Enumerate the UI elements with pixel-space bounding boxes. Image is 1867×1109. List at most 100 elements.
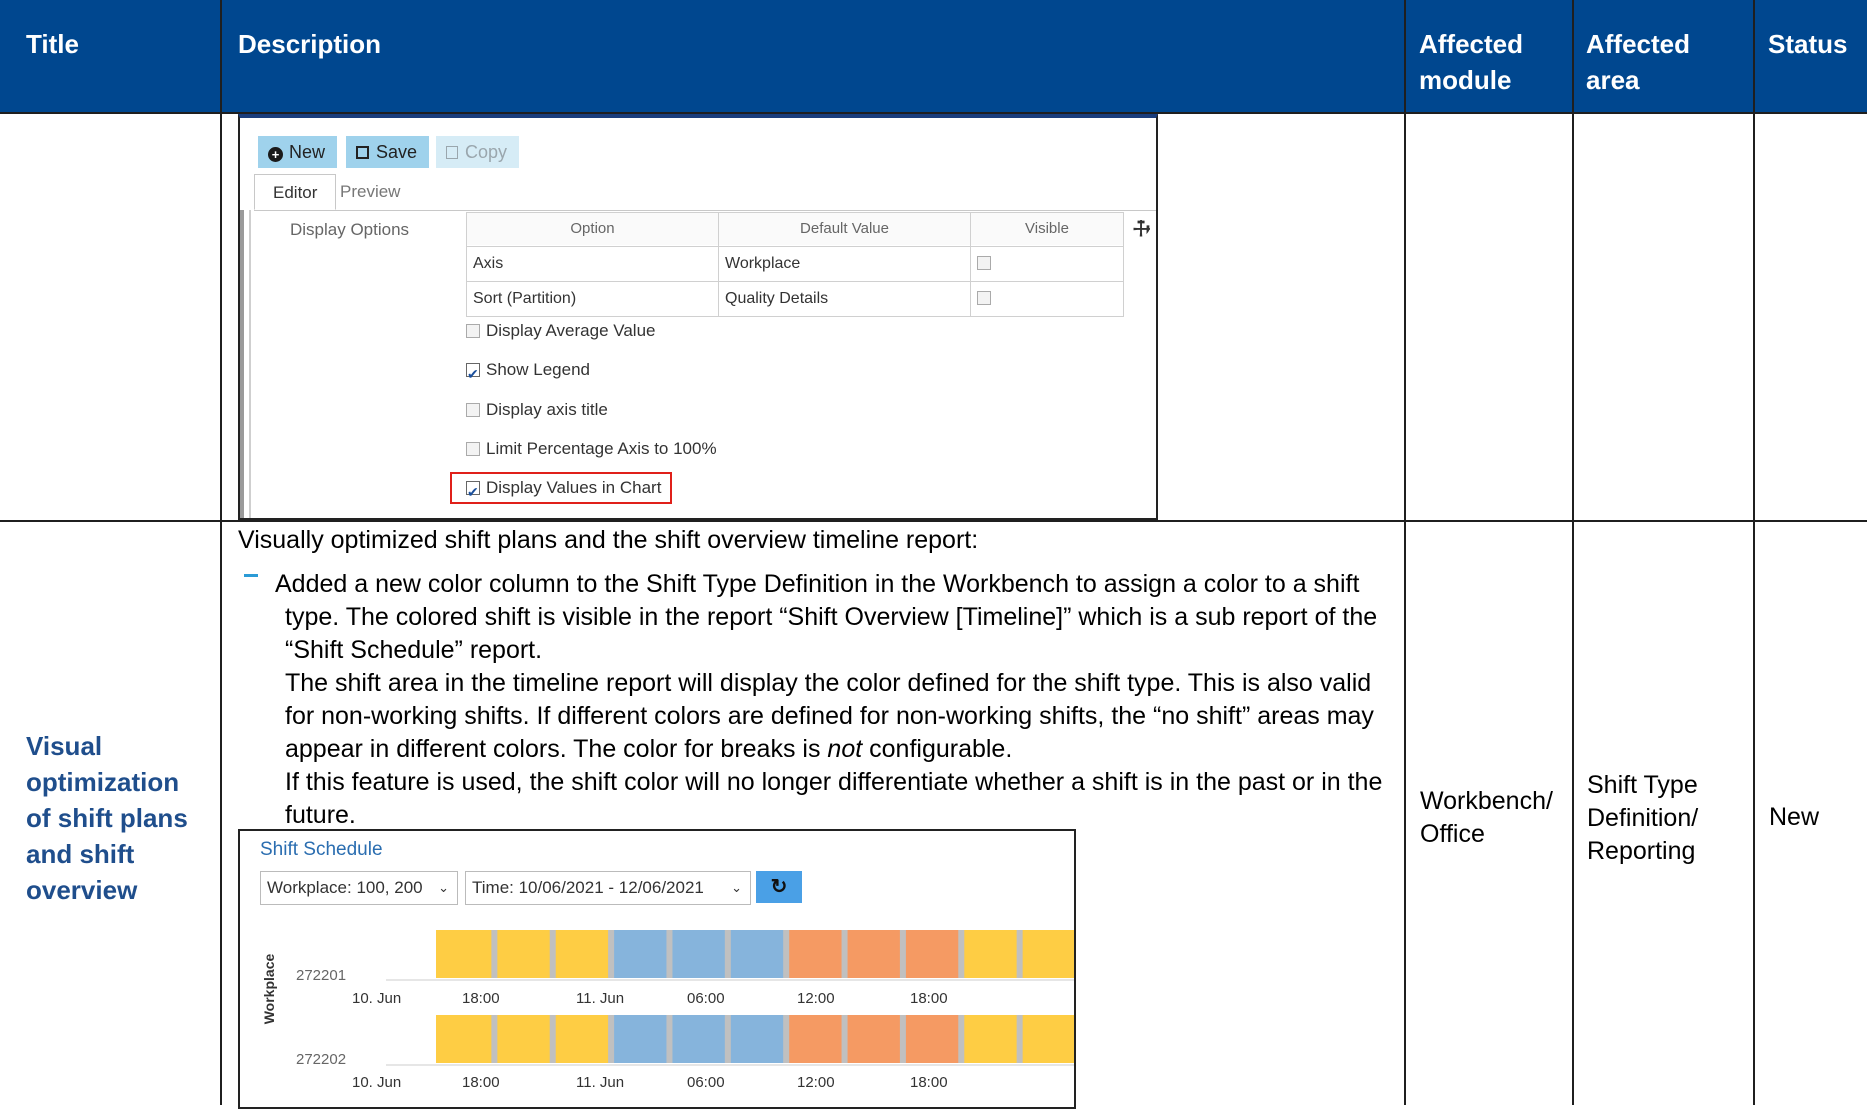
- tab-preview[interactable]: Preview: [322, 174, 418, 210]
- x-tick-label: 18:00: [462, 990, 500, 1007]
- display-options-label: Display Options: [290, 220, 410, 239]
- break-marker: [1016, 1015, 1023, 1063]
- header-area-line1: Affected: [1586, 29, 1691, 59]
- x-tick-label: 18:00: [910, 1074, 948, 1091]
- divider: [220, 0, 222, 1105]
- grid-cell-visible: [971, 282, 1123, 316]
- copy-button-label: Copy: [465, 142, 508, 162]
- shift-segment[interactable]: [727, 1015, 787, 1063]
- shift-segment[interactable]: [786, 1015, 846, 1063]
- visible-checkbox[interactable]: [977, 291, 991, 305]
- x-tick-label: 06:00: [687, 1074, 725, 1091]
- shift-segment[interactable]: [844, 1015, 904, 1063]
- description-line: appear in different colors. The color fo…: [285, 733, 1012, 766]
- shift-segment[interactable]: [902, 930, 962, 978]
- description-line: “Shift Schedule” report.: [285, 636, 543, 664]
- shift-segment[interactable]: [844, 930, 904, 978]
- break-marker: [783, 930, 790, 978]
- x-tick-label: 18:00: [910, 990, 948, 1007]
- header-module-line2: module: [1419, 65, 1512, 95]
- shift-segment[interactable]: [961, 1015, 1021, 1063]
- shift-segment[interactable]: [669, 930, 729, 978]
- description-line: future.: [285, 801, 356, 829]
- status-value: New: [1769, 803, 1820, 831]
- area-line: Reporting: [1587, 837, 1696, 865]
- header-title: Title: [0, 0, 222, 113]
- checkbox[interactable]: [466, 442, 480, 456]
- table-row[interactable]: Sort (Partition) Quality Details: [467, 281, 1123, 316]
- checkbox[interactable]: [466, 324, 480, 338]
- option-show-legend[interactable]: Show Legend: [466, 356, 590, 388]
- workplace-label: 272201: [296, 967, 346, 984]
- option-display-axis-title[interactable]: Display axis title: [466, 396, 608, 424]
- bullet-dash-icon: [244, 574, 258, 577]
- break-marker: [608, 930, 615, 978]
- release-notes-table: Title Description Affected module Affect…: [0, 0, 1867, 1109]
- editor-screenshot: + New Save Copy Editor Preview Display Op…: [238, 114, 1158, 520]
- shift-segment[interactable]: [902, 1015, 962, 1063]
- description-line: for non-working shifts. If different col…: [285, 702, 1374, 730]
- floppy-disk-icon: [356, 146, 369, 159]
- save-button[interactable]: Save: [346, 136, 430, 168]
- visible-checkbox[interactable]: [977, 256, 991, 270]
- break-marker: [549, 1015, 556, 1063]
- header-description: Description: [212, 0, 1402, 113]
- header-title-text: Title: [26, 29, 79, 59]
- x-tick-label: 12:00: [797, 990, 835, 1007]
- shift-segment[interactable]: [1019, 930, 1076, 978]
- shift-segment[interactable]: [669, 1015, 729, 1063]
- description-text: appear in different colors. The color fo…: [285, 735, 828, 763]
- shift-segment[interactable]: [436, 930, 495, 978]
- break-marker: [549, 930, 556, 978]
- new-button-label: New: [289, 142, 326, 162]
- shift-segment[interactable]: [1019, 1015, 1076, 1063]
- checkbox[interactable]: [466, 360, 480, 388]
- shift-segment[interactable]: [552, 1015, 612, 1063]
- option-label: Limit Percentage Axis to 100%: [486, 439, 717, 458]
- break-marker: [958, 930, 965, 978]
- option-display-average[interactable]: Display Average Value: [466, 317, 655, 345]
- highlight-box: [450, 472, 672, 504]
- grid-cell-default[interactable]: Workplace: [719, 247, 971, 281]
- row-title-line: Visual: [26, 731, 103, 761]
- shift-segment[interactable]: [611, 1015, 670, 1063]
- x-tick-label: 18:00: [462, 1074, 500, 1091]
- shift-segment[interactable]: [727, 930, 787, 978]
- copy-button[interactable]: Copy: [436, 136, 520, 168]
- description-emphasis: not: [827, 735, 863, 763]
- shift-segment[interactable]: [961, 930, 1021, 978]
- new-button[interactable]: + New: [258, 136, 338, 168]
- area-line: Definition/: [1587, 804, 1699, 832]
- shift-segment[interactable]: [552, 930, 612, 978]
- shift-segment[interactable]: [494, 1015, 554, 1063]
- break-marker: [666, 930, 673, 978]
- plus-circle-icon: +: [268, 147, 283, 162]
- x-tick-label: 11. Jun: [576, 1074, 624, 1091]
- description-line: type. The colored shift is visible in th…: [285, 603, 1378, 631]
- option-label: Show Legend: [486, 360, 590, 379]
- shift-segment[interactable]: [494, 930, 554, 978]
- shift-segment[interactable]: [786, 930, 846, 978]
- x-tick-label: 10. Jun: [352, 1074, 401, 1091]
- grid-cell-option: Sort (Partition): [467, 282, 719, 316]
- wrench-icon[interactable]: ⚒: [1126, 213, 1156, 243]
- shift-segment[interactable]: [611, 930, 670, 978]
- shift-segment[interactable]: [436, 1015, 495, 1063]
- left-scroll-edge-inner: [249, 210, 251, 518]
- header-status-text: Status: [1768, 29, 1848, 59]
- row-title: Visual optimization of shift plans and s…: [26, 728, 188, 908]
- row-title-line: overview: [26, 875, 138, 905]
- header-status: Status: [1742, 0, 1867, 113]
- table-row[interactable]: Axis Workplace: [467, 246, 1123, 281]
- divider: [1404, 0, 1406, 1105]
- grid-header-default: Default Value: [719, 213, 971, 247]
- shift-timeline-chart: 272201 10. Jun 18:00 11. Jun 06:00 12:00 18:00…: [296, 930, 1076, 1091]
- checkbox[interactable]: [466, 403, 480, 417]
- option-limit-percentage[interactable]: Limit Percentage Axis to 100%: [466, 435, 717, 463]
- grid-header-option: Option: [467, 213, 719, 247]
- options-grid: Option Default Value Visible Axis Workpl…: [466, 212, 1124, 317]
- save-button-label: Save: [376, 142, 418, 162]
- grid-cell-default[interactable]: Quality Details: [719, 282, 971, 316]
- break-marker: [491, 930, 498, 978]
- editor-tabs: Editor Preview: [254, 174, 1156, 211]
